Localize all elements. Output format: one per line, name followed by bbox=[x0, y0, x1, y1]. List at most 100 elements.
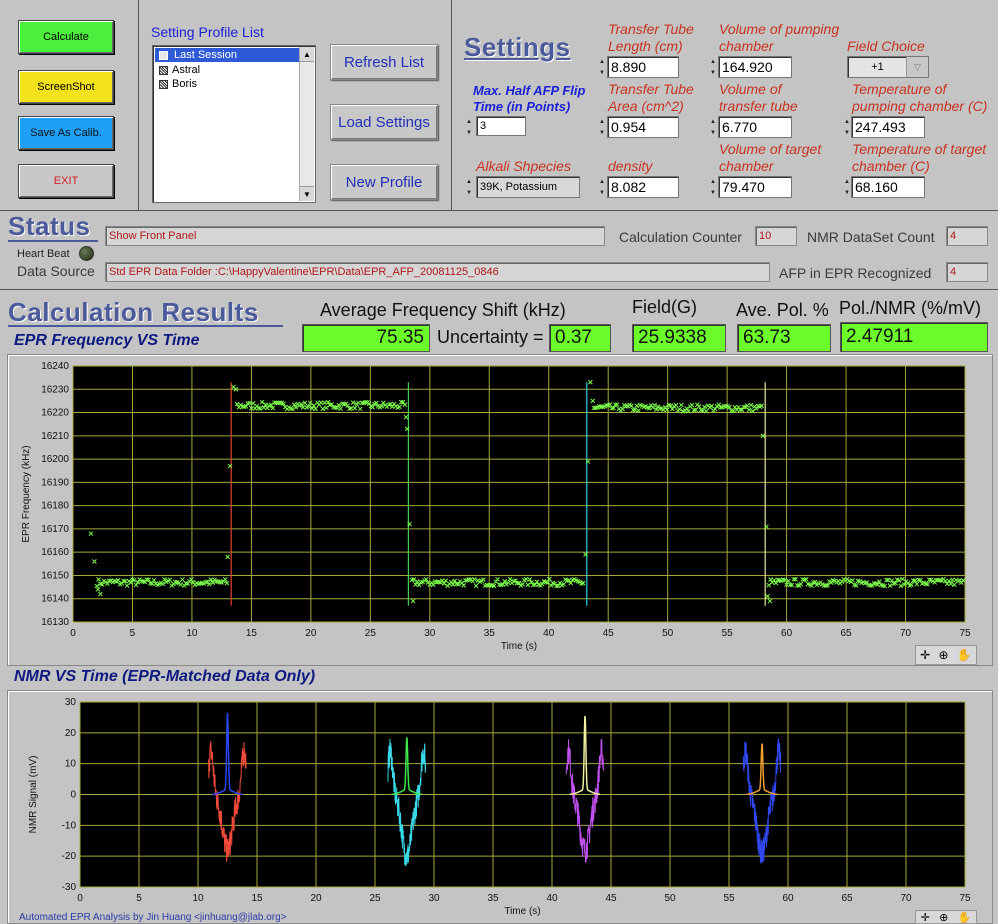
temp-target-spinner[interactable]: ▲ ▼ bbox=[843, 176, 851, 198]
alkali-spinner[interactable]: ▲ ▼ bbox=[465, 176, 473, 198]
status-title: Status bbox=[8, 211, 91, 241]
calculate-button[interactable]: Calculate bbox=[18, 20, 114, 54]
tt-length-field[interactable]: 8.890 bbox=[607, 56, 679, 78]
y-tick-label: 16190 bbox=[41, 477, 69, 488]
afp-label: AFP in EPR Recognized bbox=[779, 265, 932, 281]
epr-chart: 0 5 10 15 20 25 30 35 40 45 50 55 60 65 70 75 16130 16140… bbox=[21, 361, 971, 652]
checkbox-icon bbox=[159, 50, 168, 60]
alkali-select[interactable]: 39K, Potassium bbox=[476, 176, 580, 198]
y-tick-label: 16240 bbox=[41, 361, 69, 372]
temp-pump-field[interactable]: 247.493 bbox=[851, 116, 925, 138]
pan-hand-icon[interactable]: ✋ bbox=[957, 648, 972, 662]
afp-value: 4 bbox=[946, 262, 988, 282]
pol-value: 63.73 bbox=[737, 324, 831, 352]
screenshot-button[interactable]: ScreenShot bbox=[18, 70, 114, 104]
y-axis-label: EPR Frequency (kHz) bbox=[21, 445, 32, 542]
divider bbox=[451, 0, 452, 210]
listbox-scrollbar[interactable]: ▲ ▼ bbox=[299, 47, 314, 201]
y-tick-label: 0 bbox=[70, 790, 76, 801]
results-underline bbox=[8, 325, 283, 327]
heartbeat-label: Heart Beat bbox=[17, 248, 70, 260]
y-tick-label: 16140 bbox=[41, 594, 69, 605]
nmr-count-value: 4 bbox=[946, 226, 988, 246]
pan-hand-icon[interactable]: ✋ bbox=[958, 911, 972, 924]
x-tick-label: 40 bbox=[546, 893, 558, 904]
y-tick-label: 10 bbox=[65, 759, 77, 770]
vol-target-label: Volume of target chamber bbox=[719, 141, 822, 174]
nmr-graph-palette[interactable]: ✛ ⊕ ✋ bbox=[915, 910, 977, 924]
vol-tt-field[interactable]: 6.770 bbox=[718, 116, 792, 138]
list-item[interactable]: Last Session bbox=[155, 48, 299, 62]
epr-chart-title: EPR Frequency VS Time bbox=[14, 332, 200, 349]
data-source-field: Std EPR Data Folder :C:\HappyValentine\E… bbox=[105, 262, 770, 282]
x-tick-label: 0 bbox=[70, 628, 76, 639]
chevron-down-icon[interactable]: ▽ bbox=[906, 57, 928, 77]
epr-graph-palette[interactable]: ✛ ⊕ ✋ bbox=[915, 645, 977, 665]
temp-pump-label: Temperature of pumping chamber (C) bbox=[852, 81, 988, 114]
y-tick-label: 16200 bbox=[41, 454, 69, 465]
status-message: Show Front Panel bbox=[105, 226, 605, 246]
calc-counter-label: Calculation Counter bbox=[619, 229, 742, 245]
footer-credit: Automated EPR Analysis by Jin Huang <jin… bbox=[19, 912, 287, 923]
flip-time-field[interactable]: 3 bbox=[476, 116, 526, 136]
flip-time-label: Max. Half AFP Flip Time (in Points) bbox=[473, 83, 586, 114]
vol-tt-label: Volume of transfer tube bbox=[719, 81, 798, 114]
vol-pump-spinner[interactable]: ▲ ▼ bbox=[709, 56, 717, 78]
exit-button[interactable]: EXIT bbox=[18, 164, 114, 198]
density-field[interactable]: 8.082 bbox=[607, 176, 679, 198]
vol-target-field[interactable]: 79.470 bbox=[718, 176, 792, 198]
x-tick-label: 45 bbox=[603, 628, 615, 639]
temp-target-field[interactable]: 68.160 bbox=[851, 176, 925, 198]
field-choice-label: Field Choice bbox=[847, 38, 925, 54]
vol-pump-field[interactable]: 164.920 bbox=[718, 56, 792, 78]
y-tick-label: 16230 bbox=[41, 384, 69, 395]
x-tick-label: 20 bbox=[305, 628, 317, 639]
field-choice-select[interactable]: +1 ▽ bbox=[847, 56, 929, 78]
divider bbox=[138, 0, 139, 210]
divider bbox=[0, 289, 998, 290]
crosshair-icon[interactable]: ✛ bbox=[920, 648, 930, 662]
density-spinner[interactable]: ▲ ▼ bbox=[598, 176, 606, 198]
vol-target-spinner[interactable]: ▲ ▼ bbox=[709, 176, 717, 198]
zoom-icon[interactable]: ⊕ bbox=[939, 648, 949, 662]
settings-title: Settings bbox=[464, 32, 571, 62]
load-settings-button[interactable]: Load Settings bbox=[330, 104, 438, 140]
zoom-icon[interactable]: ⊕ bbox=[939, 911, 948, 924]
tt-area-spinner[interactable]: ▲ ▼ bbox=[598, 116, 606, 138]
x-tick-label: 70 bbox=[900, 893, 912, 904]
tt-length-spinner[interactable]: ▲ ▼ bbox=[598, 56, 606, 78]
save-as-calib-button[interactable]: Save As Calib. bbox=[18, 116, 114, 150]
pol-nmr-value: 2.47911 bbox=[840, 322, 988, 352]
list-item[interactable]: Boris bbox=[155, 77, 299, 91]
divider bbox=[0, 210, 998, 211]
x-axis-label: Time (s) bbox=[504, 906, 540, 917]
flip-time-spinner[interactable]: ▲ ▼ bbox=[465, 116, 473, 138]
data-source-label: Data Source bbox=[17, 263, 95, 279]
x-tick-label: 40 bbox=[543, 628, 555, 639]
crosshair-icon[interactable]: ✛ bbox=[921, 911, 930, 924]
x-tick-label: 25 bbox=[369, 893, 381, 904]
scroll-up-icon[interactable]: ▲ bbox=[300, 47, 314, 62]
uncertainty-label: Uncertainty = bbox=[437, 327, 544, 347]
y-axis-label: NMR Signal (mV) bbox=[28, 756, 39, 834]
x-tick-label: 70 bbox=[900, 628, 912, 639]
avg-shift-value: 75.35 bbox=[302, 324, 430, 352]
vol-tt-spinner[interactable]: ▲ ▼ bbox=[709, 116, 717, 138]
profile-listbox[interactable]: Last Session Astral Boris ▲ ▼ bbox=[152, 45, 316, 203]
temp-target-label: Temperature of target chamber (C) bbox=[852, 141, 987, 174]
heartbeat-led bbox=[79, 246, 94, 261]
scroll-down-icon[interactable]: ▼ bbox=[300, 186, 314, 201]
new-profile-button[interactable]: New Profile bbox=[330, 164, 438, 200]
nmr-chart: 0 5 10 15 20 25 30 35 40 45 50 55 60 65 70 75 -30 -20 -10 0… bbox=[28, 697, 971, 917]
x-tick-label: 50 bbox=[662, 628, 674, 639]
avg-shift-label: Average Frequency Shift (kHz) bbox=[320, 300, 566, 320]
calc-counter-value: 10 bbox=[755, 226, 797, 246]
temp-pump-spinner[interactable]: ▲ ▼ bbox=[843, 116, 851, 138]
refresh-list-button[interactable]: Refresh List bbox=[330, 44, 438, 80]
list-item-label: Astral bbox=[172, 64, 201, 76]
vol-pump-label: Volume of pumping chamber bbox=[719, 21, 840, 54]
tt-area-field[interactable]: 0.954 bbox=[607, 116, 679, 138]
x-tick-label: 5 bbox=[130, 628, 136, 639]
list-item[interactable]: Astral bbox=[155, 63, 299, 77]
list-item-label: Last Session bbox=[174, 49, 237, 61]
